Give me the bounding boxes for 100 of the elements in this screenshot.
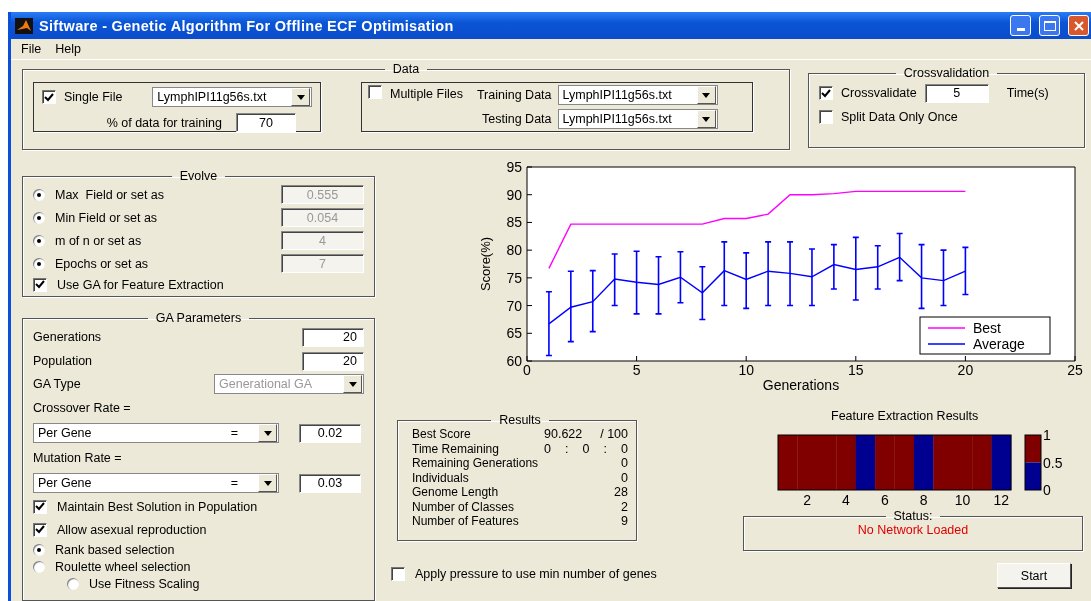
checkbox[interactable] bbox=[391, 567, 405, 581]
maximize-button[interactable] bbox=[1039, 15, 1060, 36]
field-label: Generations bbox=[33, 330, 103, 344]
tick-label: 90 bbox=[506, 186, 522, 203]
input-field[interactable]: 0.02 bbox=[299, 423, 361, 443]
dropdown[interactable]: LymphIPI11g56s.txt bbox=[557, 109, 718, 129]
error-bar bbox=[852, 236, 860, 301]
radio-button[interactable] bbox=[33, 543, 45, 556]
error-bar bbox=[830, 243, 838, 290]
dropdown[interactable]: Per Gene = bbox=[33, 423, 279, 443]
maximize-icon bbox=[1043, 20, 1056, 31]
dropdown-value: Per Gene bbox=[38, 476, 92, 490]
result-label: Remaining Generations bbox=[412, 456, 539, 471]
tick-label: 25 bbox=[1067, 362, 1083, 378]
legend-label: Best bbox=[973, 320, 1001, 336]
field-label: Crossover Rate = bbox=[33, 401, 131, 415]
checkbox[interactable] bbox=[33, 522, 47, 537]
dropdown-operator: = bbox=[230, 476, 238, 490]
radio-label: Epochs or set as bbox=[55, 256, 150, 271]
tick-label: 95 bbox=[506, 159, 522, 175]
error-bar bbox=[808, 248, 816, 307]
minimize-icon bbox=[1016, 28, 1025, 31]
input-field[interactable]: 5 bbox=[924, 83, 989, 103]
checkbox[interactable] bbox=[42, 90, 56, 104]
group-title: Results bbox=[498, 413, 542, 427]
checkbox[interactable] bbox=[368, 85, 382, 99]
field-label: GA Type bbox=[33, 377, 82, 391]
tick-label: 80 bbox=[506, 242, 522, 259]
field-label: Mutation Rate = bbox=[33, 451, 122, 465]
input-field[interactable]: 20 bbox=[302, 327, 364, 347]
field-label: % of data for training bbox=[106, 115, 222, 130]
result-value: 0 bbox=[544, 441, 551, 456]
menu-item[interactable]: Help bbox=[55, 42, 81, 56]
menu-item[interactable]: File bbox=[21, 42, 42, 56]
error-bar bbox=[917, 243, 926, 310]
result-value: : bbox=[565, 441, 569, 456]
field-label: Testing Data bbox=[482, 112, 552, 126]
radio-button[interactable] bbox=[67, 577, 79, 590]
dropdown-value: Generational GA bbox=[219, 377, 314, 391]
tick-label: 6 bbox=[880, 492, 889, 508]
error-bar bbox=[764, 241, 772, 307]
result-label: Best Score bbox=[412, 427, 472, 442]
unit-label: Time(s) bbox=[1006, 86, 1049, 100]
window-title: Siftware - Genetic Algorithm For Offline ECF Optimisation bbox=[39, 17, 455, 34]
radio-label: Max Field or set as bbox=[55, 187, 166, 202]
dropdown[interactable]: Per Gene = bbox=[33, 473, 279, 493]
input-field[interactable]: 0.03 bbox=[299, 473, 361, 493]
tick-label: 15 bbox=[848, 362, 864, 378]
result-value: 90.622 bbox=[544, 427, 583, 442]
radio-label: Min Field or set as bbox=[55, 210, 159, 225]
error-bar bbox=[742, 252, 750, 310]
axis-title: Generations bbox=[762, 377, 840, 393]
tick-label: 5 bbox=[632, 362, 641, 378]
checkbox-label: Apply pressure to use min number of genes bbox=[415, 567, 657, 581]
error-bar bbox=[676, 251, 685, 304]
checkbox[interactable] bbox=[819, 110, 833, 124]
app-logo-icon bbox=[15, 17, 33, 34]
tick-label: 8 bbox=[919, 492, 928, 508]
tick-label: 10 bbox=[954, 492, 971, 508]
tick-label: 70 bbox=[506, 297, 522, 314]
group-title: GA Parameters bbox=[154, 311, 243, 325]
result-value: 0 bbox=[582, 441, 590, 456]
checkbox[interactable] bbox=[33, 499, 47, 514]
legend-label: Average bbox=[973, 336, 1025, 352]
checkbox-label: Use GA for Feature Extraction bbox=[57, 277, 224, 292]
field-label: Population bbox=[33, 354, 94, 368]
tick-label: 1 bbox=[1043, 427, 1051, 443]
dropdown[interactable]: LymphIPI11g56s.txt bbox=[557, 85, 718, 105]
dropdown[interactable]: LymphIPI11g56s.txt bbox=[152, 87, 312, 107]
radio-button[interactable] bbox=[33, 560, 45, 573]
error-bar bbox=[873, 244, 882, 290]
radio-label: Rank based selection bbox=[55, 542, 175, 557]
minimize-button[interactable] bbox=[1010, 15, 1031, 36]
result-label: Individuals bbox=[412, 470, 470, 485]
close-button[interactable] bbox=[1068, 15, 1089, 36]
field-label: Training Data bbox=[476, 88, 552, 102]
checkbox[interactable] bbox=[33, 277, 47, 292]
result-value: 0 bbox=[621, 441, 628, 456]
error-bar bbox=[720, 241, 729, 307]
result-label: Number of Features bbox=[412, 514, 520, 529]
error-bar bbox=[632, 250, 641, 315]
checkbox-label: Multiple Files bbox=[390, 87, 463, 101]
error-bar bbox=[698, 265, 707, 321]
error-bar bbox=[610, 253, 619, 307]
chart-title: Feature Extraction Results bbox=[831, 409, 980, 423]
error-bar bbox=[961, 246, 970, 296]
checkbox-label: Split Data Only Once bbox=[841, 110, 958, 124]
input-field[interactable]: 20 bbox=[302, 351, 364, 371]
status-message: No Network Loaded bbox=[856, 523, 970, 537]
tick-label: 0.5 bbox=[1043, 454, 1063, 471]
radio-label: Use Fitness Scaling bbox=[89, 576, 200, 591]
input-field[interactable]: 70 bbox=[236, 113, 296, 132]
dropdown-value: LymphIPI11g56s.txt bbox=[562, 112, 673, 126]
checkbox[interactable] bbox=[819, 86, 833, 100]
start-button[interactable]: Start bbox=[997, 563, 1071, 588]
radio-label: Roulette wheel selection bbox=[55, 559, 191, 574]
result-value: : bbox=[603, 441, 607, 456]
checkbox-label: Maintain Best Solution in Population bbox=[57, 499, 258, 514]
group-title: Status: bbox=[892, 509, 934, 523]
error-bar bbox=[895, 232, 904, 282]
